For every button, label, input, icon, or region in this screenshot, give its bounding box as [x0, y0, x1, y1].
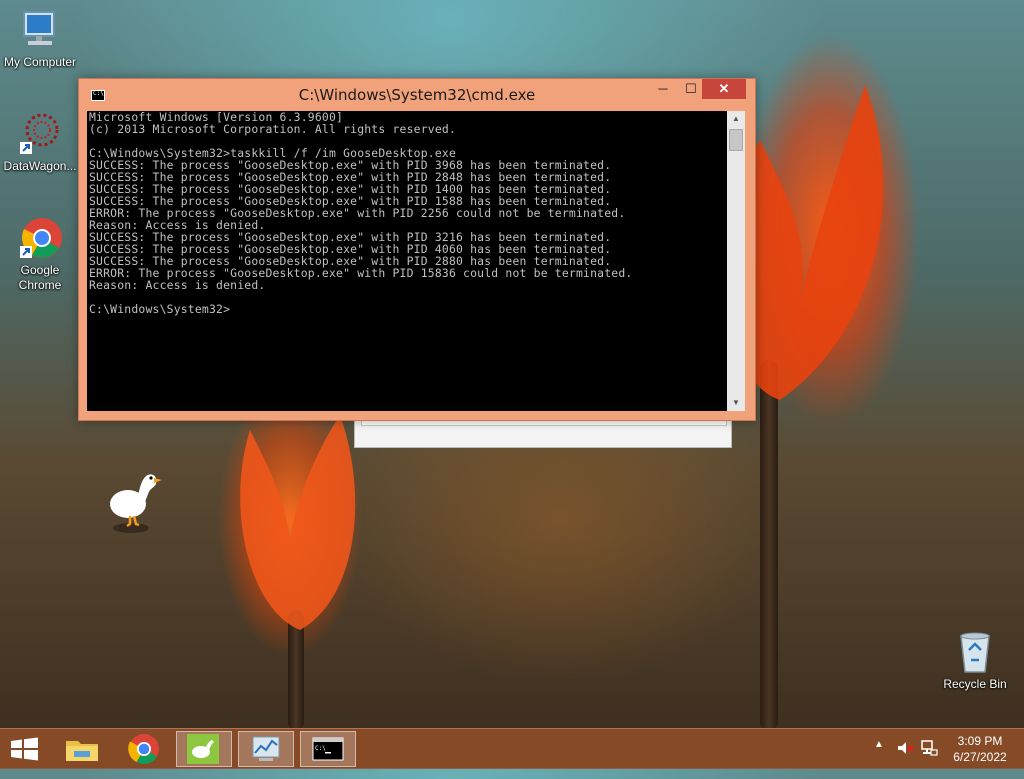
monitor-chart-icon	[252, 736, 280, 761]
desktop-icon-label: Google Chrome	[18, 263, 62, 292]
chrome-icon	[128, 734, 159, 765]
scroll-down-arrow-icon[interactable]: ▼	[727, 395, 745, 411]
desktop-goose[interactable]	[106, 466, 166, 536]
desktop-icon-label: Recycle Bin	[943, 677, 1007, 691]
close-button[interactable]: ✕	[702, 79, 746, 99]
maximize-button[interactable]: ☐	[677, 79, 705, 99]
svg-text:C:\: C:\	[315, 745, 326, 752]
windows-logo-icon	[11, 737, 38, 761]
scroll-up-arrow-icon[interactable]: ▲	[727, 111, 745, 127]
folder-icon	[66, 741, 98, 761]
taskbar-file-explorer[interactable]	[54, 731, 110, 767]
show-hidden-icons-button[interactable]: ▲	[874, 739, 884, 779]
minimize-button[interactable]: ─	[649, 79, 677, 99]
taskbar: C:\ ▲	[0, 728, 1024, 769]
clock-time: 3:09 PM	[957, 734, 1003, 748]
cmd-window[interactable]: C:\ C:\Windows\System32\cmd.exe ─ ☐ ✕ Mi…	[78, 78, 756, 421]
network-icon[interactable]	[920, 739, 938, 779]
taskbar-google-chrome[interactable]	[116, 731, 172, 767]
chrome-icon	[18, 216, 62, 260]
desktop-icon-datawagon[interactable]: DataWagon...	[0, 112, 80, 174]
desktop-icon-recycle-bin[interactable]: Recycle Bin	[935, 630, 1015, 692]
cmd-titlebar[interactable]: C:\ C:\Windows\System32\cmd.exe ─ ☐ ✕	[79, 79, 755, 111]
volume-muted-icon[interactable]	[896, 739, 914, 779]
desktop-icon-label: My Computer	[3, 55, 77, 69]
datawagon-icon	[18, 112, 62, 156]
goose-icon	[110, 474, 162, 533]
recycle-bin-icon	[953, 630, 997, 674]
taskbar-performance-monitor[interactable]	[238, 731, 294, 767]
desktop-icon-my-computer[interactable]: My Computer	[0, 8, 80, 70]
computer-icon	[18, 8, 62, 52]
vertical-scrollbar[interactable]: ▲ ▼	[727, 111, 745, 411]
taskbar-command-prompt[interactable]: C:\	[300, 731, 356, 767]
chevron-up-icon: ▲	[874, 739, 884, 750]
scroll-thumb[interactable]	[729, 129, 743, 151]
start-button[interactable]	[0, 731, 56, 767]
cmd-icon: C:\	[312, 737, 344, 761]
taskbar-clock[interactable]: 3:09 PM 6/27/2022	[944, 733, 1016, 765]
desktop-icon-label: DataWagon...	[3, 159, 77, 173]
clock-date: 6/27/2022	[953, 750, 1007, 764]
console-output[interactable]: Microsoft Windows [Version 6.3.9600] (c)…	[87, 111, 727, 411]
console-text: Microsoft Windows [Version 6.3.9600] (c)…	[89, 111, 633, 316]
goose-icon	[187, 734, 219, 764]
taskbar-desktop-goose[interactable]	[176, 731, 232, 767]
desktop-icon-google-chrome[interactable]: Google Chrome	[0, 216, 80, 293]
